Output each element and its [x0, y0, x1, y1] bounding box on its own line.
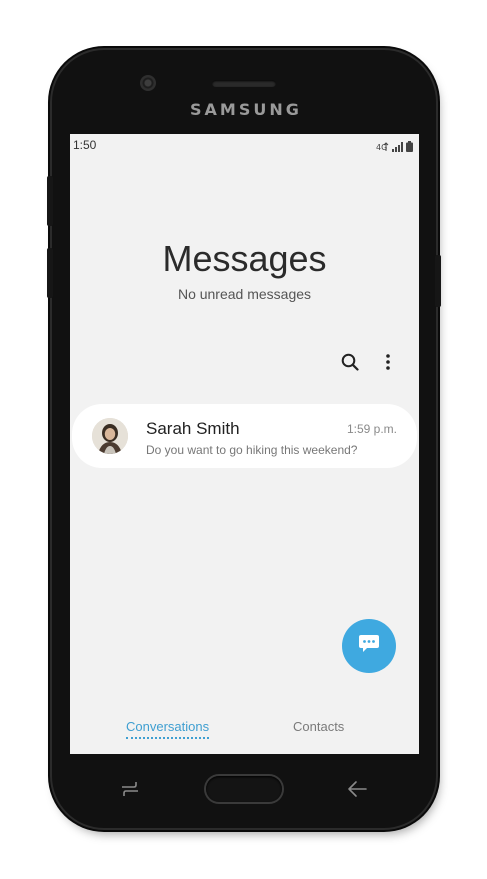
unread-status: No unread messages	[177, 286, 312, 302]
brand-logo: SAMSUNG	[190, 100, 302, 119]
search-button[interactable]	[338, 352, 362, 376]
volte-icon: 4G	[376, 139, 389, 157]
contact-name: Sarah Smith	[146, 419, 240, 438]
new-message-icon	[358, 634, 380, 659]
back-icon[interactable]	[346, 779, 368, 799]
search-icon	[341, 353, 359, 376]
home-button[interactable]	[206, 776, 282, 802]
status-bar: 1:50 4G	[70, 134, 419, 156]
volume-down-button	[47, 248, 53, 298]
compose-button[interactable]	[342, 619, 396, 673]
message-preview: Do you want to go hiking this weekend?	[146, 443, 358, 457]
tab-contacts[interactable]: Contacts	[293, 719, 344, 734]
signal-icon	[392, 139, 403, 157]
power-button	[435, 255, 441, 307]
screen: 1:50 4G Messages No unread messages Sara…	[70, 134, 419, 754]
battery-icon	[406, 139, 413, 157]
volume-up-button	[47, 176, 53, 226]
earpiece-speaker	[212, 80, 276, 87]
bottom-tabs: Conversations Contacts	[70, 716, 419, 746]
status-icons: 4G	[376, 139, 413, 157]
avatar	[92, 418, 128, 454]
front-camera	[140, 75, 156, 91]
navigation-bar	[70, 756, 419, 818]
page-title: Messages	[162, 238, 327, 279]
more-options-button[interactable]	[376, 352, 400, 376]
tab-conversations[interactable]: Conversations	[126, 719, 210, 739]
conversation-item[interactable]: Sarah Smith 1:59 p.m. Do you want to go …	[72, 404, 417, 468]
recent-apps-icon[interactable]	[120, 780, 140, 798]
more-options-icon	[385, 353, 391, 376]
message-time: 1:59 p.m.	[346, 422, 397, 436]
status-time: 1:50	[73, 138, 97, 152]
